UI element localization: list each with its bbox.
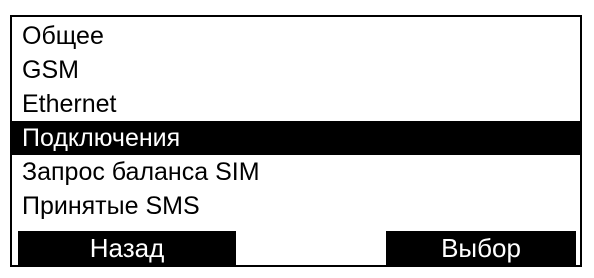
menu-item-gsm[interactable]: GSM <box>12 53 580 87</box>
menu-item-ethernet[interactable]: Ethernet <box>12 87 580 121</box>
menu-item-received-sms[interactable]: Принятые SMS <box>12 189 580 223</box>
settings-menu: Общее GSM Ethernet Подключения Запрос ба… <box>12 19 580 223</box>
device-screen: Общее GSM Ethernet Подключения Запрос ба… <box>10 15 582 267</box>
menu-item-sim-balance-request[interactable]: Запрос баланса SIM <box>12 155 580 189</box>
menu-item-general[interactable]: Общее <box>12 19 580 53</box>
select-button[interactable]: Выбор <box>386 231 576 265</box>
back-button[interactable]: Назад <box>18 231 236 265</box>
menu-item-connections[interactable]: Подключения <box>12 121 580 155</box>
softkey-bar: Назад Выбор <box>12 231 580 265</box>
